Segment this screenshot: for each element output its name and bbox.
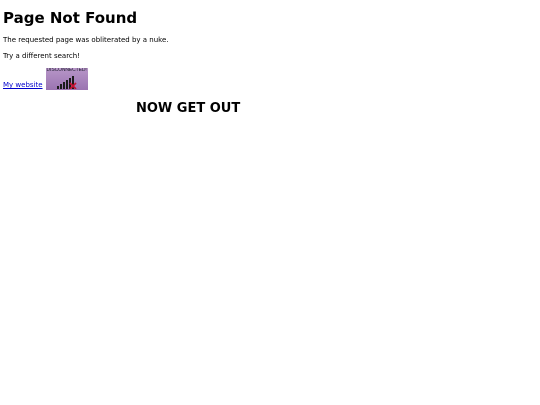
get-out-message: NOW GET OUT	[136, 101, 241, 116]
banner-label: DISCONNECTED!	[46, 68, 87, 73]
link-row: My website DISCONNECTED!	[3, 65, 537, 90]
search-hint: Try a different search!	[3, 52, 81, 60]
error-page: Page Not Found The requested page was ob…	[0, 0, 540, 405]
error-message: The requested page was obliterated by a …	[3, 36, 169, 44]
signal-bars-icon	[56, 76, 77, 89]
page-title: Page Not Found	[3, 9, 138, 27]
disconnected-banner-image: DISCONNECTED!	[45, 68, 88, 90]
my-website-link[interactable]: My website	[3, 81, 43, 90]
